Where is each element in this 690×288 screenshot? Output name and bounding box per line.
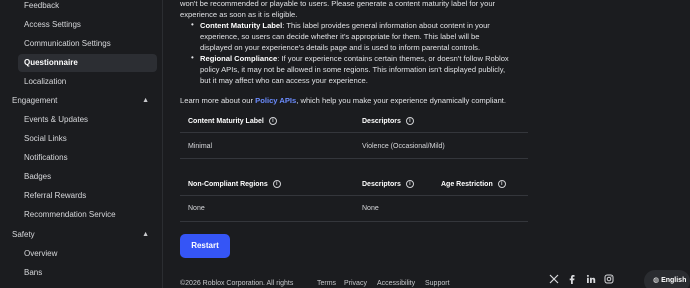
info-icon[interactable]: i (405, 180, 414, 188)
x-twitter-icon[interactable] (549, 274, 559, 284)
bullet-line: Regional Compliance: If your experience … (200, 53, 509, 64)
divider (180, 158, 528, 159)
restart-button[interactable]: Restart (180, 234, 230, 258)
language-label: English (661, 277, 687, 284)
info-icon[interactable]: i (268, 117, 277, 125)
intro-line: won't be recommended or playable to user… (180, 0, 496, 8)
section-label: Engagement (12, 96, 58, 105)
header-label: Content Maturity Label (188, 117, 264, 125)
cell-descriptors: None (362, 205, 379, 212)
sidebar-item-communication-settings[interactable]: Communication Settings (18, 35, 157, 53)
sidebar-item-localization[interactable]: Localization (18, 73, 157, 91)
divider (180, 195, 528, 196)
sidebar-section-safety[interactable]: Safety ▲ (0, 226, 157, 244)
sidebar-section-engagement[interactable]: Engagement ▲ (0, 92, 157, 110)
table-header-descriptors: Descriptors i (362, 117, 414, 125)
sidebar-item-social-links[interactable]: Social Links (18, 130, 157, 148)
learn-suffix: , which help you make your experience dy… (296, 96, 507, 105)
intro-line: experience as soon as it is eligible. (180, 10, 298, 19)
footer-link-terms[interactable]: Terms (317, 280, 336, 287)
sidebar-item-notifications[interactable]: Notifications (18, 149, 157, 167)
footer-link-accessibility[interactable]: Accessibility (377, 280, 415, 287)
sidebar-item-events-updates[interactable]: Events & Updates (18, 111, 157, 129)
sidebar-item-bans[interactable]: Bans (18, 264, 157, 282)
header-label: Descriptors (362, 117, 401, 125)
bullet-text: : If your experience contains certain th… (277, 54, 509, 63)
bullet-dot-icon: • (191, 20, 194, 29)
divider (180, 132, 528, 133)
table-header-non-compliant-regions: Non-Compliant Regions i (188, 180, 281, 188)
language-selector[interactable]: ◍ English (644, 270, 690, 288)
sidebar-item-questionnaire[interactable]: Questionnaire (18, 54, 157, 72)
table-header-content-maturity: Content Maturity Label i (188, 117, 277, 125)
bullet-title: Content Maturity Label (200, 21, 283, 30)
bullet-line: Content Maturity Label: This label provi… (200, 20, 490, 31)
divider (180, 221, 528, 222)
header-label: Descriptors (362, 180, 401, 188)
sidebar-item-badges[interactable]: Badges (18, 168, 157, 186)
sidebar-item-access-settings[interactable]: Access Settings (18, 16, 157, 34)
header-label: Non-Compliant Regions (188, 180, 268, 188)
cell-descriptors: Violence (Occasional/Mild) (362, 143, 445, 150)
table-header-age-restriction: Age Restriction i (441, 180, 506, 188)
bullet-title: Regional Compliance (200, 54, 278, 63)
cell-maturity-label: Minimal (188, 143, 213, 150)
bullet-dot-icon: • (191, 53, 194, 62)
bullet-line: displayed on your experience's details p… (200, 43, 481, 52)
info-icon[interactable]: i (405, 117, 414, 125)
linkedin-icon[interactable] (586, 274, 596, 284)
sidebar: Feedback Access Settings Communication S… (0, 0, 163, 288)
sidebar-item-referral-rewards[interactable]: Referral Rewards (18, 187, 157, 205)
section-label: Safety (12, 230, 35, 239)
globe-icon: ◍ (653, 277, 660, 284)
bullet-line: policy APIs, it may not be allowed in so… (200, 65, 506, 74)
facebook-icon[interactable] (567, 274, 577, 284)
bullet-line: experience, so users can decide whether … (200, 32, 480, 41)
policy-apis-link[interactable]: Policy APIs (255, 96, 296, 105)
footer-link-privacy[interactable]: Privacy (344, 280, 367, 287)
learn-more-text: Learn more about our Policy APIs, which … (180, 95, 506, 106)
sidebar-item-overview[interactable]: Overview (18, 245, 157, 263)
footer-copyright: ©2026 Roblox Corporation. All rights (180, 280, 294, 287)
learn-prefix: Learn more about our (180, 96, 256, 105)
bullet-text: : This label provides general informatio… (282, 21, 490, 30)
footer-link-support[interactable]: Support (425, 280, 450, 287)
table-header-descriptors: Descriptors i (362, 180, 414, 188)
header-label: Age Restriction (441, 180, 493, 188)
sidebar-item-feedback[interactable]: Feedback (18, 0, 157, 15)
instagram-icon[interactable] (604, 274, 614, 284)
chevron-up-icon: ▲ (142, 97, 149, 104)
info-icon[interactable]: i (497, 180, 506, 188)
info-icon[interactable]: i (272, 180, 281, 188)
sidebar-item-recommendation-service[interactable]: Recommendation Service (18, 206, 157, 224)
cell-regions: None (188, 205, 205, 212)
bullet-line: but it may affect who can access your ex… (200, 76, 368, 85)
chevron-up-icon: ▲ (142, 231, 149, 238)
